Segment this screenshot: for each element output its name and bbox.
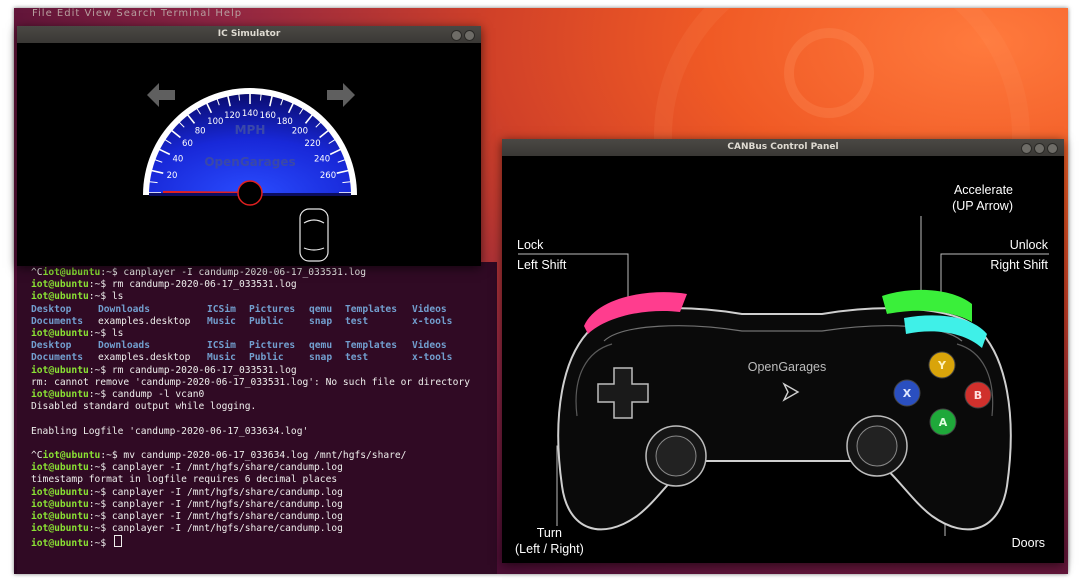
gauge-tick-label: 220 (304, 139, 320, 149)
lock-title: Lock (517, 238, 544, 252)
canbus-control-panel-window[interactable]: CANBus Control Panel Y X B A OpenGarages… (502, 139, 1064, 563)
gauge-tick-label: 160 (260, 111, 276, 121)
unlock-key: Right Shift (990, 258, 1048, 272)
accelerate-label: Accelerate (UP Arrow) (952, 182, 1013, 214)
ls-output-row: Desktop Downloads ICSim Pictures qemu Templat… (31, 303, 447, 315)
terminal-line: iot@ubuntu:~$ ls (31, 291, 124, 303)
gauge-tick-label: 80 (195, 126, 206, 136)
gauge-brand-label: OpenGarages (204, 155, 295, 169)
lock-label: Lock Left Shift (517, 237, 566, 273)
terminal-line: iot@ubuntu:~$ rm candump-2020-06-17_0335… (31, 279, 297, 291)
gauge-tick-label: 180 (277, 117, 293, 127)
gauge-tick-label: 260 (320, 171, 336, 181)
gauge-tick-label: 200 (292, 126, 308, 136)
speed-unit-label: MPH (235, 123, 266, 137)
unlock-label: Unlock Right Shift (990, 237, 1048, 273)
speedometer: 20406080100120 140 160180200220240260 MPH … (143, 83, 357, 262)
window-title: CANBus Control Panel (727, 142, 839, 152)
accelerate-title: Accelerate (953, 183, 1013, 197)
terminal-line: timestamp format in logfile requires 6 d… (31, 474, 338, 486)
terminal-line: rm: cannot remove 'candump-2020-06-17_03… (31, 376, 470, 388)
ic-simulator-titlebar[interactable]: IC Simulator (17, 26, 481, 43)
gauge-tick-label: 120 (224, 111, 240, 121)
turn-label: Turn (Left / Right) (515, 525, 584, 557)
terminal-line: iot@ubuntu:~$ canplayer -I /mnt/hgfs/sha… (31, 523, 343, 535)
y-button-label: Y (937, 359, 947, 372)
gamepad-illustration: Y X B A OpenGarages (518, 216, 1049, 536)
car-topdown-icon (299, 208, 329, 262)
gauge-tick-label: 140 (242, 109, 258, 119)
accelerate-key: (UP Arrow) (952, 199, 1013, 213)
terminal-line: iot@ubuntu:~$ canplayer -I /mnt/hgfs/sha… (31, 498, 343, 510)
terminal-menubar[interactable]: File Edit View Search Terminal Help (32, 8, 242, 20)
x-button-label: X (903, 387, 912, 400)
terminal-line: iot@ubuntu:~$ canplayer -I /mnt/hgfs/sha… (31, 462, 343, 474)
gauge-tick-label: 20 (167, 171, 178, 181)
terminal-prompt-line[interactable]: iot@ubuntu:~$ (17, 535, 497, 550)
close-button[interactable] (1047, 143, 1058, 154)
terminal-window[interactable]: ^Ciot@ubuntu:~$ canplayer -I candump-202… (17, 262, 497, 574)
a-button-label: A (939, 416, 948, 429)
terminal-cursor (113, 535, 122, 548)
ic-simulator-window[interactable]: IC Simulator 20 40 60 80 100 120 140 160 180 200 2… (17, 26, 481, 266)
terminal-line: ^Ciot@ubuntu:~$ canplayer -I candump-202… (31, 267, 367, 278)
ls-output-row: Documents examples.desktop Music Public snap… (31, 315, 453, 327)
terminal-line: Disabled standard output while logging. (31, 401, 257, 413)
needle-hub (237, 180, 263, 206)
terminal-line: iot@ubuntu:~$ candump -l vcan0 (31, 388, 205, 400)
canbus-titlebar[interactable]: CANBus Control Panel (502, 139, 1064, 156)
ls-output-row: Documents examples.desktop Music Public snap… (31, 352, 453, 364)
terminal-line: ^Ciot@ubuntu:~$ mv candump-2020-06-17_03… (31, 449, 407, 461)
gauge-tick-label: 100 (207, 117, 223, 127)
ls-output-row: Desktop Downloads ICSim Pictures qemu Templat… (31, 340, 447, 352)
gauge-tick-label: 240 (314, 154, 330, 164)
control-panel-canvas[interactable]: Y X B A OpenGarages Accelerate (UP Arrow… (502, 156, 1064, 563)
minimize-button[interactable] (451, 30, 462, 41)
arrow-right-icon (327, 83, 355, 107)
window-title: IC Simulator (217, 29, 281, 39)
turn-keys: (Left / Right) (515, 542, 584, 556)
terminal-line: iot@ubuntu:~$ rm candump-2020-06-17_0335… (31, 364, 297, 376)
gauge-tick-label: 60 (182, 139, 193, 149)
gauge-tick-label: 40 (173, 154, 184, 164)
doors-label: Doors (1011, 536, 1045, 550)
speed-needle (162, 190, 251, 195)
terminal-line: Enabling Logfile 'candump-2020-06-17_033… (31, 425, 309, 437)
terminal-line: iot@ubuntu:~$ canplayer -I /mnt/hgfs/sha… (31, 486, 343, 498)
turn-title: Turn (536, 526, 563, 540)
lock-key: Left Shift (517, 258, 567, 272)
b-button-label: B (974, 389, 982, 402)
minimize-button[interactable] (1021, 143, 1032, 154)
arrow-left-icon (147, 83, 175, 107)
unlock-title: Unlock (1009, 238, 1048, 252)
terminal-line: iot@ubuntu:~$ ls (31, 327, 124, 339)
close-button[interactable] (464, 30, 475, 41)
terminal-line: iot@ubuntu:~$ canplayer -I /mnt/hgfs/sha… (31, 511, 343, 522)
gamepad-brand-label: OpenGarages (748, 360, 827, 374)
maximize-button[interactable] (1034, 143, 1045, 154)
